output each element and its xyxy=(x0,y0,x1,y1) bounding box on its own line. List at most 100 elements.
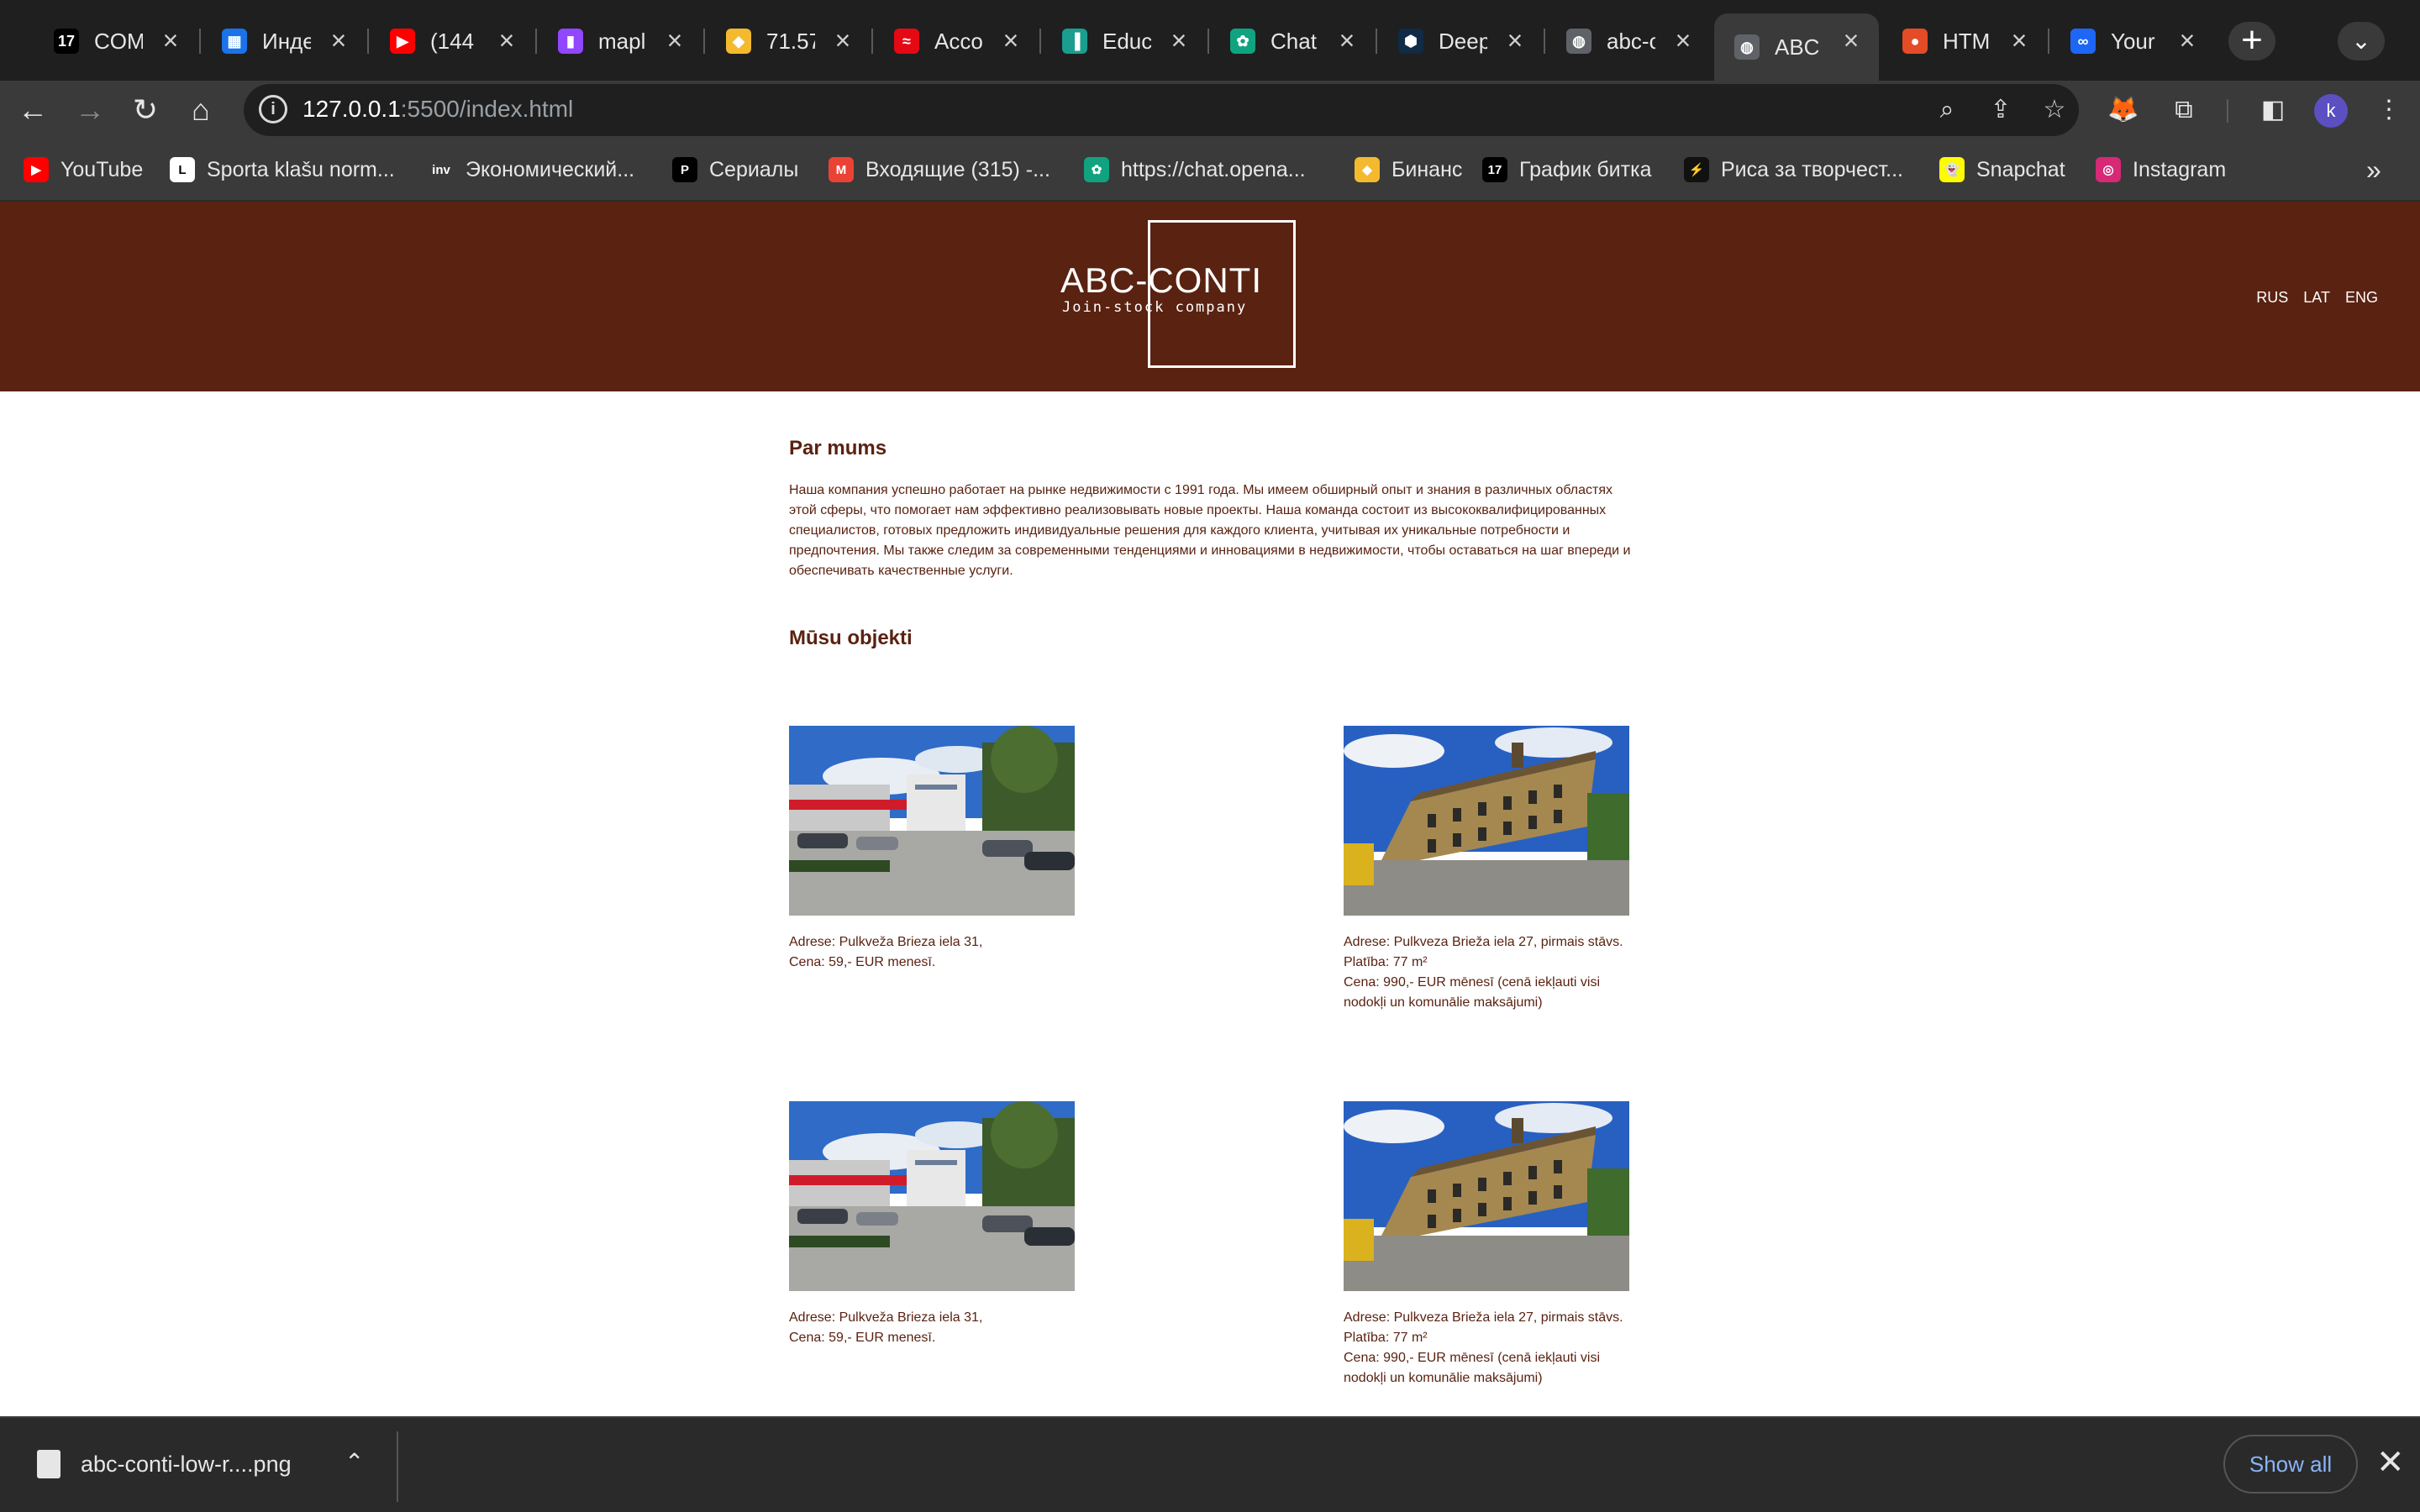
gmail-icon: M xyxy=(829,157,854,182)
twitch-icon: ▮ xyxy=(558,29,583,54)
bookmark-10[interactable]: 👻 Snapchat xyxy=(1939,155,2065,185)
tab-close-icon[interactable]: × xyxy=(1670,27,1696,54)
globe-icon: ◍ xyxy=(1566,29,1591,54)
tab-title: (144 xyxy=(430,28,475,54)
home-button[interactable]: ⌂ xyxy=(180,89,222,131)
share-icon[interactable]: ⇪ xyxy=(1983,92,2018,128)
tab-8[interactable]: ✿ Chat × xyxy=(1210,13,1375,69)
tab-close-icon[interactable]: × xyxy=(1502,27,1528,54)
investing-icon: inv xyxy=(429,157,454,182)
reload-button[interactable]: ↻ xyxy=(124,89,166,131)
bookmark-11[interactable]: ◎ Instagram xyxy=(2096,155,2226,185)
tab-title: COM xyxy=(94,28,143,54)
lpf-icon: L xyxy=(170,157,195,182)
tab-title: Deep xyxy=(1439,28,1487,54)
object-price: Cena: 59,- EUR menesī. xyxy=(789,955,936,969)
tab-close-icon[interactable]: × xyxy=(998,27,1023,54)
bookmark-label: Экономический... xyxy=(466,157,635,181)
site-info-icon[interactable]: i xyxy=(259,95,287,123)
object-area: Platība: 77 m² xyxy=(1344,955,1428,969)
tab-close-icon[interactable]: × xyxy=(830,27,855,54)
zoom-icon[interactable]: ⌕ xyxy=(1929,92,1965,128)
bookmark-8[interactable]: 17 График битка xyxy=(1482,155,1651,185)
bookmarks-overflow-icon[interactable]: » xyxy=(2366,155,2381,186)
tab-separator xyxy=(199,29,201,54)
bookmark-3[interactable]: inv Экономический... xyxy=(429,155,634,185)
object-price-note: nodokļi un komunālie maksājumi) xyxy=(1344,995,1543,1010)
bookmark-1[interactable]: ▶ YouTube xyxy=(24,155,143,185)
tab-3[interactable]: ▶ (144 × xyxy=(370,13,534,69)
tab-separator xyxy=(871,29,873,54)
tab-close-icon[interactable]: × xyxy=(2007,27,2032,54)
bookmark-2[interactable]: L Sporta klašu norm... xyxy=(170,155,395,185)
close-icon[interactable]: ✕ xyxy=(2376,1443,2405,1482)
serials-icon: P xyxy=(672,157,697,182)
about-text: Наша компания успешно работает на рынке … xyxy=(789,483,1631,578)
show-all-button[interactable]: Show all xyxy=(2223,1435,2358,1494)
tab-9[interactable]: ⬢ Deep × xyxy=(1378,13,1543,69)
tab-5[interactable]: ◆ 71.57 × xyxy=(706,13,871,69)
tab-close-icon[interactable]: × xyxy=(662,27,687,54)
tab-title: abc-c xyxy=(1607,28,1655,54)
tab-7[interactable]: ▐ Educ × xyxy=(1042,13,1207,69)
lang-eng[interactable]: ENG xyxy=(2345,289,2378,307)
tab-title: Educ xyxy=(1102,28,1151,54)
tab-close-icon[interactable]: × xyxy=(1839,27,1864,54)
address-bar[interactable]: i 127.0.0.1:5500/index.html ⌕ ⇪ ☆ xyxy=(244,84,2079,136)
objects-heading: Mūsu objekti xyxy=(789,627,913,649)
tab-close-icon[interactable]: × xyxy=(1334,27,1360,54)
chatgpt-icon: ✿ xyxy=(1084,157,1109,182)
metamask-icon[interactable]: 🦊 xyxy=(2106,92,2141,128)
tab-close-icon[interactable]: × xyxy=(326,27,351,54)
tab-close-icon[interactable]: × xyxy=(494,27,519,54)
bookmark-4[interactable]: P Сериалы xyxy=(672,155,798,185)
side-panel-icon[interactable]: ◧ xyxy=(2255,92,2291,128)
tab-search-button[interactable]: ⌄ xyxy=(2338,22,2385,60)
object-address: Adrese: Pulkveža Brieza iela 31, xyxy=(789,1310,983,1325)
extensions-icon[interactable]: ⧉ xyxy=(2166,92,2202,128)
bookmark-label: Входящие (315) -... xyxy=(865,157,1050,181)
download-filename[interactable]: abc-conti-low-r....png xyxy=(81,1452,292,1478)
chevron-up-icon[interactable]: ⌃ xyxy=(345,1448,364,1476)
tab-close-icon[interactable]: × xyxy=(158,27,183,54)
object-price: Cena: 990,- EUR mēnesī (cenā iekļauti vi… xyxy=(1344,975,1601,990)
tab-separator xyxy=(367,29,369,54)
profile-avatar[interactable]: k xyxy=(2314,94,2348,128)
object-details: Adrese: Pulkveza Brieža iela 27, pirmais… xyxy=(1344,932,1646,1013)
bookmark-star-icon[interactable]: ☆ xyxy=(2037,92,2072,128)
site-header: ABC-CONTI Join-stock company RUS LAT ENG xyxy=(0,202,2420,391)
tab-close-icon[interactable]: × xyxy=(2175,27,2200,54)
html-icon: ● xyxy=(1902,29,1928,54)
bookmarks-bar: » ▶ YouTube L Sporta klašu norm... inv Эконом… xyxy=(0,139,2420,202)
tab-title: Acco xyxy=(934,28,983,54)
bookmark-7[interactable]: ◆ Бинанс xyxy=(1355,155,1462,185)
lang-lat[interactable]: LAT xyxy=(2303,289,2330,307)
downloads-divider xyxy=(397,1431,398,1502)
education-icon: ▐ xyxy=(1062,29,1087,54)
object-photo xyxy=(1344,726,1629,916)
tab-2[interactable]: ▦ Инде × xyxy=(202,13,366,69)
url-text[interactable]: 127.0.0.1:5500/index.html xyxy=(302,96,573,123)
tab-4[interactable]: ▮ mapl × xyxy=(538,13,702,69)
logo-title[interactable]: ABC-CONTI xyxy=(1060,260,1261,301)
forward-button[interactable]: → xyxy=(69,89,111,131)
tab-12[interactable]: ● HTM × xyxy=(1882,13,2047,69)
object-photo xyxy=(789,726,1075,916)
new-tab-button[interactable]: + xyxy=(2228,22,2275,60)
object-details: Adrese: Pulkveža Brieza iela 31, Cena: 5… xyxy=(789,1308,1092,1348)
menu-icon[interactable]: ⋮ xyxy=(2371,92,2407,128)
tab-close-icon[interactable]: × xyxy=(1166,27,1192,54)
tab-title: ABC xyxy=(1775,34,1820,60)
back-button[interactable]: ← xyxy=(12,89,54,131)
lang-rus[interactable]: RUS xyxy=(2256,289,2288,307)
tab-6[interactable]: ≈ Acco × xyxy=(874,13,1039,69)
object-details: Adrese: Pulkveza Brieža iela 27, pirmais… xyxy=(1344,1308,1646,1389)
tab-11[interactable]: ◍ ABC × xyxy=(1714,13,1879,81)
bookmark-5[interactable]: M Входящие (315) -... xyxy=(829,155,1050,185)
tab-1[interactable]: 17 COM × xyxy=(34,13,198,69)
tab-10[interactable]: ◍ abc-c × xyxy=(1546,13,1711,69)
bookmark-9[interactable]: ⚡ Риса за творчест... xyxy=(1684,155,1903,185)
object-address: Adrese: Pulkveza Brieža iela 27, pirmais… xyxy=(1344,935,1623,949)
tab-13[interactable]: ∞ Your × xyxy=(2050,13,2215,69)
bookmark-6[interactable]: ✿ https://chat.opena... xyxy=(1084,155,1306,185)
